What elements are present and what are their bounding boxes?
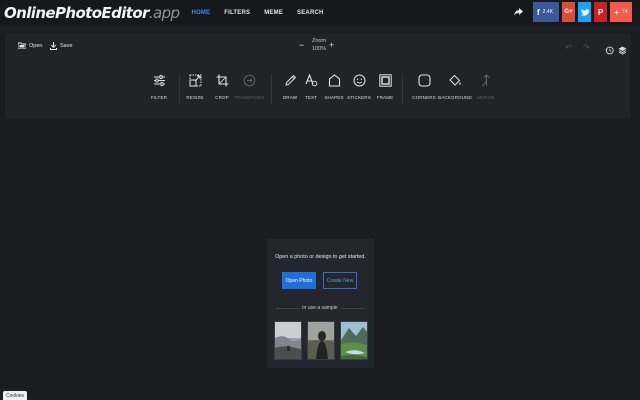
facebook-icon: f bbox=[537, 7, 540, 17]
open-photo-button[interactable]: Open Photo bbox=[282, 272, 316, 289]
tool-corners[interactable]: CORNERS bbox=[409, 74, 439, 100]
start-panel: Open a photo or design to get started. O… bbox=[267, 239, 374, 368]
download-icon bbox=[50, 42, 57, 50]
tools-bar: FILTER RESIZE CROP TRANSFORM DRAW TEXT S… bbox=[5, 74, 630, 108]
tool-filter-label: FILTER bbox=[150, 95, 168, 100]
tool-transform-label: TRANSFORM bbox=[234, 95, 264, 100]
tool-draw-label: DRAW bbox=[282, 95, 298, 100]
sample-image-3[interactable] bbox=[340, 321, 368, 360]
folder-icon bbox=[18, 42, 26, 49]
tool-background-label: BACKGROUND bbox=[438, 95, 472, 100]
file-bar: Open Save − Zoom 100% + ↶ ↷ bbox=[5, 34, 630, 60]
create-new-button[interactable]: Create New bbox=[323, 272, 357, 289]
twitter-icon bbox=[580, 8, 589, 16]
tool-separator bbox=[271, 74, 272, 104]
tool-merge-label: MERGE bbox=[477, 95, 495, 100]
merge-icon bbox=[481, 74, 490, 87]
tool-text-label: TEXT bbox=[304, 95, 318, 100]
sliders-icon bbox=[153, 75, 165, 86]
nav-search[interactable]: SEARCH bbox=[297, 10, 324, 16]
frame-icon bbox=[378, 74, 392, 87]
tool-transform: TRANSFORM bbox=[234, 74, 264, 100]
crop-icon bbox=[216, 74, 228, 87]
paint-bucket-icon bbox=[448, 74, 461, 86]
site-logo[interactable]: OnlinePhotoEditor.app bbox=[4, 3, 180, 22]
corners-icon bbox=[417, 74, 431, 87]
tool-corners-label: CORNERS bbox=[412, 95, 436, 100]
save-label: Save bbox=[60, 43, 73, 49]
plus-icon: + bbox=[614, 7, 620, 17]
share-bar: f 2.4K G+ P +74 bbox=[512, 2, 632, 22]
pencil-icon bbox=[284, 74, 296, 86]
sample-image-2[interactable] bbox=[307, 321, 335, 360]
open-button[interactable]: Open bbox=[18, 42, 42, 49]
text-icon bbox=[304, 74, 317, 87]
nav-links: HOME FILTERS MEME SEARCH bbox=[191, 10, 323, 16]
google-plus-share-button[interactable]: G+ bbox=[562, 2, 575, 22]
facebook-share-count: 2.4K bbox=[542, 9, 553, 15]
tool-resize[interactable]: RESIZE bbox=[180, 74, 210, 100]
tool-resize-label: RESIZE bbox=[186, 95, 204, 100]
cookies-button[interactable]: Cookies bbox=[3, 391, 27, 400]
facebook-share-button[interactable]: f 2.4K bbox=[533, 2, 559, 22]
editor-toolbar: Open Save − Zoom 100% + ↶ ↷ FILTER RESIZ… bbox=[5, 34, 630, 118]
nav-meme[interactable]: MEME bbox=[264, 10, 283, 16]
shapes-icon bbox=[328, 74, 340, 87]
transform-icon bbox=[243, 74, 255, 87]
nav-home[interactable]: HOME bbox=[191, 10, 210, 16]
open-label: Open bbox=[29, 42, 43, 49]
zoom-in-button[interactable]: + bbox=[329, 40, 334, 50]
logo-name: OnlinePhotoEditor bbox=[4, 3, 149, 22]
pinterest-icon: P bbox=[597, 7, 604, 17]
resize-icon bbox=[189, 74, 201, 87]
save-button[interactable]: Save bbox=[50, 42, 73, 50]
more-share-count: 74 bbox=[622, 9, 628, 15]
sample-image-1[interactable] bbox=[274, 321, 302, 360]
tool-crop[interactable]: CROP bbox=[207, 74, 237, 100]
twitter-share-button[interactable] bbox=[578, 2, 591, 22]
pinterest-share-button[interactable]: P bbox=[594, 2, 607, 22]
start-prompt: Open a photo or design to get started. bbox=[275, 254, 366, 260]
tool-merge: MERGE bbox=[471, 74, 501, 100]
smiley-icon bbox=[353, 74, 365, 87]
tool-background[interactable]: BACKGROUND bbox=[438, 74, 472, 100]
tool-separator bbox=[402, 74, 403, 104]
tool-frame-label: FRAME bbox=[376, 95, 394, 100]
tool-filter[interactable]: FILTER bbox=[144, 74, 174, 100]
tool-frame[interactable]: FRAME bbox=[370, 74, 400, 100]
tool-stickers-label: STICKERS bbox=[347, 95, 371, 100]
history-icon[interactable] bbox=[605, 42, 614, 60]
more-share-button[interactable]: +74 bbox=[610, 2, 632, 22]
undo-icon[interactable]: ↶ bbox=[565, 43, 572, 52]
google-plus-icon: G+ bbox=[564, 9, 573, 15]
top-nav: OnlinePhotoEditor.app HOME FILTERS MEME … bbox=[0, 0, 640, 25]
tool-crop-label: CROP bbox=[215, 95, 229, 100]
logo-extension: .app bbox=[148, 3, 180, 22]
redo-icon[interactable]: ↷ bbox=[583, 43, 590, 52]
sample-label: or use a sample bbox=[299, 305, 341, 311]
tool-shapes-label: SHAPES bbox=[324, 95, 344, 100]
nav-filters[interactable]: FILTERS bbox=[224, 10, 250, 16]
share-arrow-icon[interactable] bbox=[512, 2, 524, 22]
layers-icon[interactable] bbox=[618, 42, 627, 60]
